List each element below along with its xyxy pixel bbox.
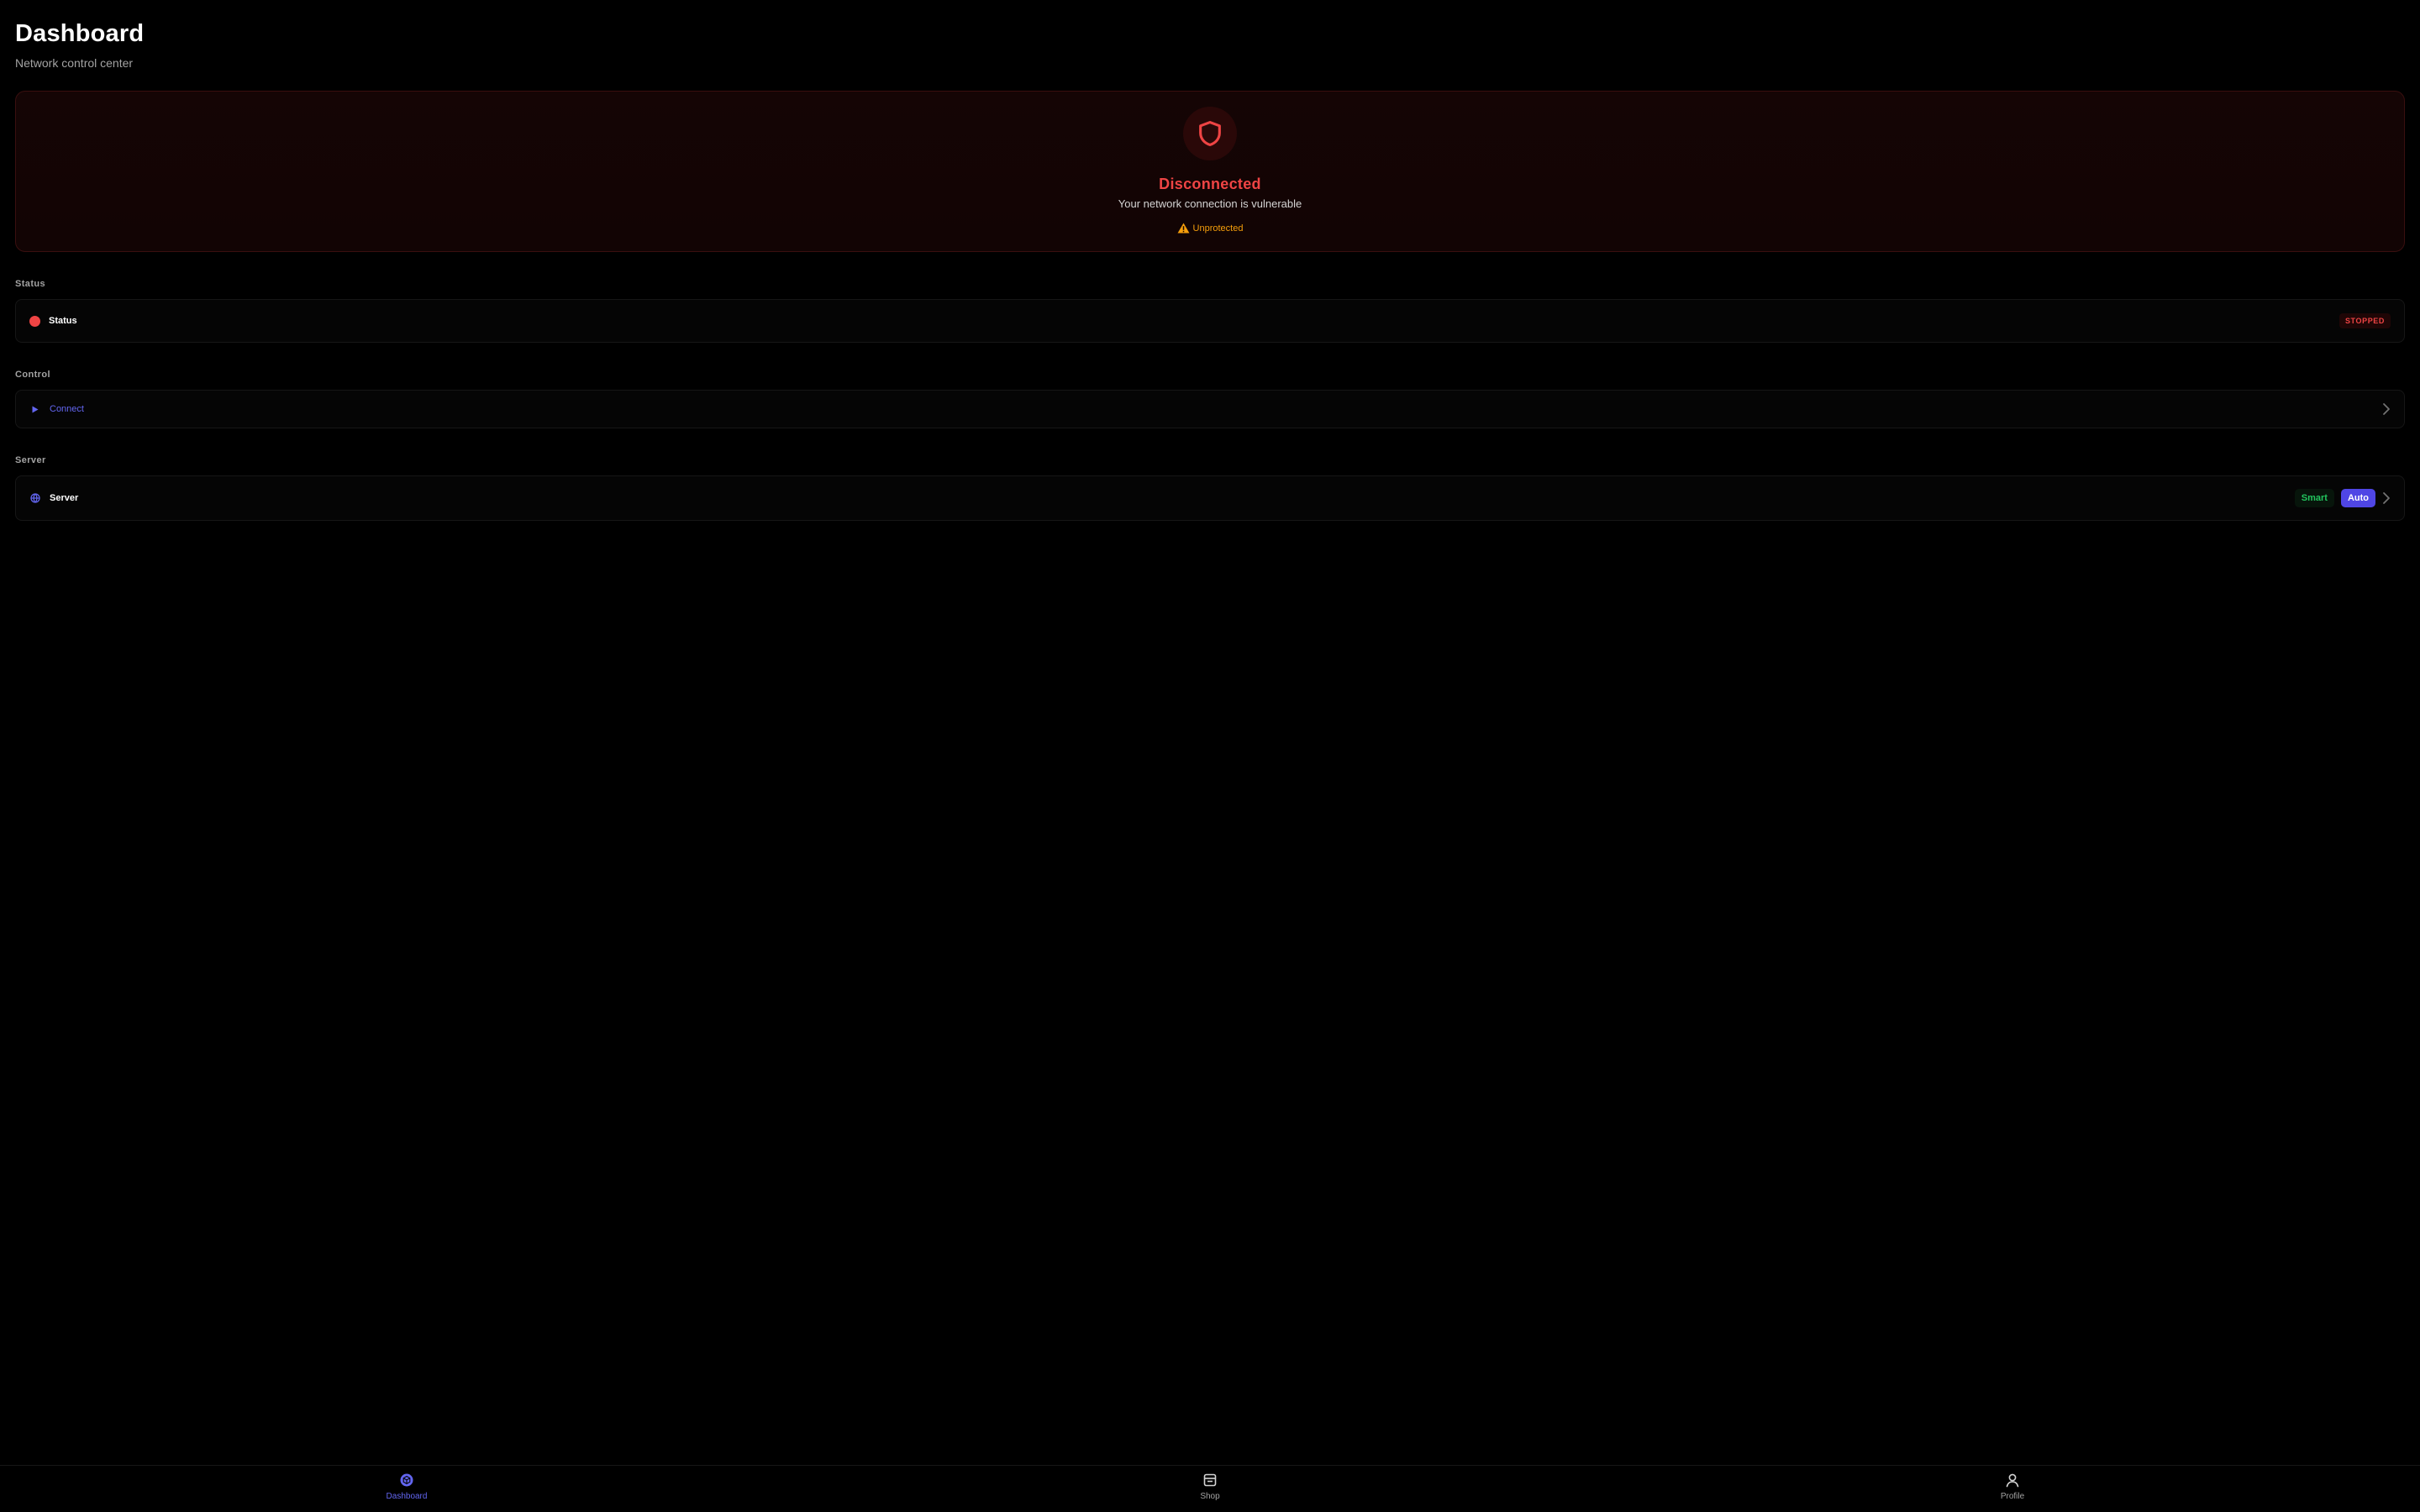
nav-item-dashboard[interactable]: Dashboard xyxy=(356,1473,457,1501)
bottom-navigation: Dashboard Shop Profile xyxy=(0,1465,2420,1512)
server-selector[interactable]: Server Smart Auto xyxy=(15,475,2405,521)
connection-status-text: Disconnected xyxy=(1159,176,1261,192)
mode-auto-button[interactable]: Auto xyxy=(2340,489,2375,507)
warning-triangle-icon xyxy=(1177,223,1189,234)
profile-icon xyxy=(2006,1473,2019,1488)
dashboard-icon xyxy=(400,1473,413,1487)
server-label: Server xyxy=(50,493,79,503)
chevron-right-icon xyxy=(2383,403,2390,415)
status-card: Status STOPPED xyxy=(15,299,2405,343)
page-subtitle: Network control center xyxy=(15,56,134,70)
shop-icon xyxy=(1203,1473,1217,1487)
shield-icon-container xyxy=(1183,107,1237,160)
shield-icon xyxy=(1199,120,1221,147)
status-label: Status xyxy=(49,316,77,326)
protection-warning: Unprotected xyxy=(16,223,2404,234)
status-badge: STOPPED xyxy=(2338,313,2391,328)
connection-description: Your network connection is vulnerable xyxy=(1118,197,1302,210)
status-indicator-dot xyxy=(29,315,40,327)
section-heading-status: Status xyxy=(15,279,46,289)
play-icon xyxy=(29,403,41,415)
globe-icon xyxy=(29,492,41,504)
section-heading-control: Control xyxy=(15,370,50,380)
protection-warning-label: Unprotected xyxy=(1192,223,1244,234)
nav-label-dashboard: Dashboard xyxy=(386,1492,428,1501)
connect-button[interactable]: Connect xyxy=(15,390,2405,428)
section-heading-server: Server xyxy=(15,455,46,465)
dashboard-page: Dashboard Network control center Disconn… xyxy=(0,0,2420,1512)
page-title: Dashboard xyxy=(15,20,145,47)
connect-label: Connect xyxy=(50,404,84,414)
nav-item-shop[interactable]: Shop xyxy=(1160,1473,1260,1501)
page-header: Dashboard Network control center xyxy=(15,20,144,70)
nav-label-shop: Shop xyxy=(1200,1492,1220,1501)
mode-smart-button[interactable]: Smart xyxy=(2294,489,2334,507)
connection-status-hero: Disconnected Your network connection is … xyxy=(15,91,2405,252)
nav-label-profile: Profile xyxy=(2000,1492,2025,1501)
chevron-right-icon xyxy=(2383,492,2390,504)
nav-item-profile[interactable]: Profile xyxy=(1962,1473,2063,1501)
